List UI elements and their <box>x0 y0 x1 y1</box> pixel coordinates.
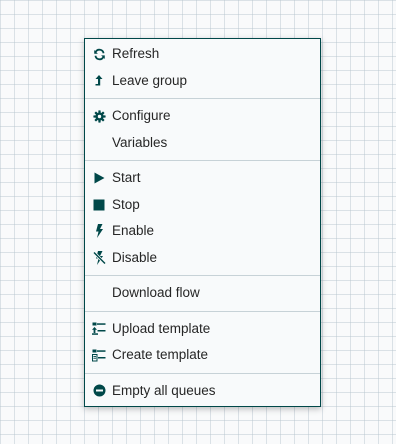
menu-item-variables[interactable]: Variables <box>85 130 320 157</box>
flash-icon <box>92 224 106 238</box>
menu-item-label: Disable <box>112 249 158 265</box>
disabled-flash-icon <box>92 250 106 265</box>
menu-item-refresh[interactable]: Refresh <box>85 41 320 68</box>
menu-item-disable[interactable]: Disable <box>85 245 320 272</box>
menu-item-label: Start <box>112 170 141 185</box>
play-icon <box>92 171 106 185</box>
menu-separator <box>85 160 320 161</box>
menu-item-label: Refresh <box>112 46 160 61</box>
minus-circle-icon <box>92 384 106 398</box>
menu-item-label: Leave group <box>112 72 188 88</box>
level-up-icon <box>92 74 106 88</box>
stop-icon <box>92 198 106 212</box>
upload-template-icon <box>92 322 106 336</box>
menu-item-leave-group[interactable]: Leave group <box>85 68 320 95</box>
context-menu: Refresh Leave group Configure Variables … <box>84 38 321 407</box>
menu-separator <box>85 310 320 312</box>
menu-separator <box>85 372 320 374</box>
menu-item-empty-all-queues[interactable]: Empty all queues <box>85 378 320 405</box>
menu-item-configure[interactable]: Configure <box>85 103 320 130</box>
menu-item-download-flow[interactable]: Download flow <box>85 280 320 307</box>
menu-separator <box>85 275 320 276</box>
create-template-icon <box>92 348 106 362</box>
menu-item-label: Download flow <box>112 285 200 300</box>
menu-item-label: Stop <box>112 196 140 212</box>
gear-icon <box>92 109 106 123</box>
menu-item-upload-template[interactable]: Upload template <box>85 316 320 343</box>
menu-item-label: Create template <box>112 347 209 362</box>
menu-item-label: Upload template <box>112 320 211 336</box>
menu-item-stop[interactable]: Stop <box>85 192 320 219</box>
menu-item-enable[interactable]: Enable <box>85 218 320 245</box>
menu-item-label: Variables <box>112 134 168 150</box>
menu-item-label: Empty all queues <box>112 382 216 398</box>
menu-item-start[interactable]: Start <box>85 165 320 192</box>
menu-item-label: Enable <box>112 223 155 238</box>
refresh-icon <box>92 47 106 61</box>
menu-separator <box>85 98 320 99</box>
menu-item-create-template[interactable]: Create template <box>85 342 320 369</box>
menu-item-label: Configure <box>112 108 171 123</box>
